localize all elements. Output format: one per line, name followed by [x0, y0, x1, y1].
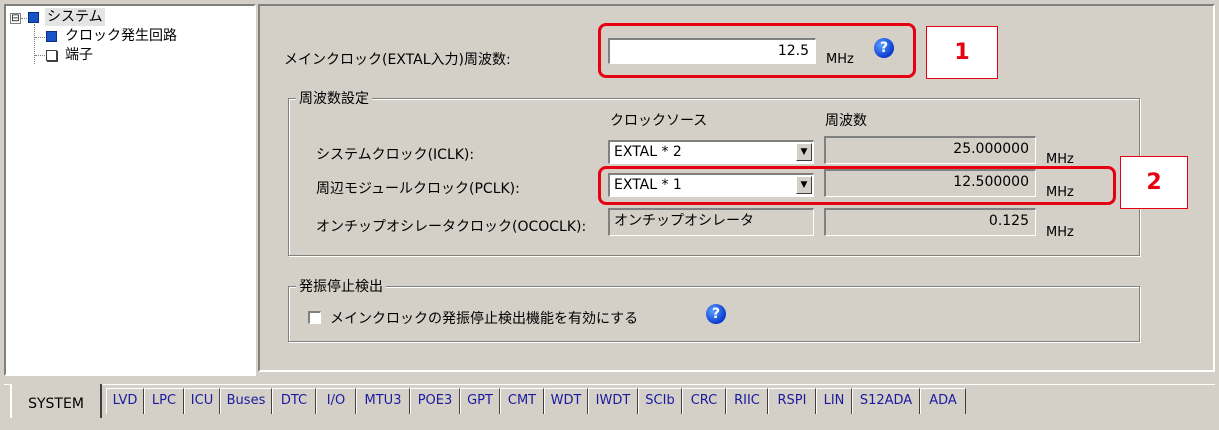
tab-system[interactable]: SYSTEM — [10, 384, 102, 418]
pclk-freq-field: 12.500000 — [824, 169, 1036, 197]
iclk-unit: MHz — [1046, 152, 1074, 167]
tab-lin[interactable]: LIN — [816, 388, 852, 414]
ococlk-unit: MHz — [1046, 225, 1074, 240]
tab-io[interactable]: I/O — [316, 388, 356, 414]
tab-cmt[interactable]: CMT — [500, 388, 544, 414]
tab-ada[interactable]: ADA — [920, 388, 966, 414]
blue-square-icon — [46, 30, 57, 42]
help-icon[interactable]: ? — [706, 304, 726, 324]
tab-lvd[interactable]: LVD — [106, 388, 144, 414]
tab-buses[interactable]: Buses — [220, 388, 272, 414]
tab-mtu3[interactable]: MTU3 — [356, 388, 410, 414]
pclk-source-select[interactable]: EXTAL * 1 ▼ — [608, 173, 814, 197]
tab-iwdt[interactable]: IWDT — [588, 388, 638, 414]
tab-riic[interactable]: RIIC — [726, 388, 768, 414]
tree-node-clock[interactable]: クロック発生回路 — [46, 27, 179, 45]
tab-crc[interactable]: CRC — [682, 388, 726, 414]
iclk-source-value: EXTAL * 2 — [614, 144, 682, 160]
white-square-icon — [46, 49, 57, 61]
osc-stop-checkbox-label[interactable]: メインクロックの発振停止検出機能を有効にする — [330, 308, 638, 328]
tab-lpc[interactable]: LPC — [144, 388, 184, 414]
ococlk-source-field: オンチップオシレータ — [608, 208, 814, 236]
iclk-freq-field: 25.000000 — [824, 136, 1036, 164]
tree-view[interactable]: ⊟ システム クロック発生回路 端子 — [4, 4, 256, 376]
chevron-down-icon[interactable]: ▼ — [796, 176, 812, 194]
collapse-icon[interactable]: ⊟ — [10, 13, 21, 24]
tab-dtc[interactable]: DTC — [272, 388, 316, 414]
osc-stop-checkbox[interactable] — [308, 311, 321, 324]
main-clock-unit: MHz — [826, 52, 854, 67]
col-header-source: クロックソース — [610, 113, 708, 129]
pclk-source-value: EXTAL * 1 — [614, 177, 682, 193]
pclk-unit: MHz — [1046, 185, 1074, 200]
chevron-down-icon[interactable]: ▼ — [796, 143, 812, 161]
tree-node-label: 端子 — [65, 47, 93, 63]
freq-settings-title: 周波数設定 — [296, 88, 372, 108]
tree-node-label: クロック発生回路 — [65, 28, 177, 44]
settings-panel: メインクロック(EXTAL入力)周波数: 12.5 MHz ? 1 周波数設定 … — [258, 4, 1215, 372]
tree-node-pins[interactable]: 端子 — [46, 46, 95, 64]
iclk-label: システムクロック(ICLK): — [316, 147, 475, 163]
ococlk-freq-field: 0.125 — [824, 208, 1036, 236]
tab-s12ada[interactable]: S12ADA — [852, 388, 920, 414]
tree-node-label: システム — [45, 8, 105, 26]
iclk-source-select[interactable]: EXTAL * 2 ▼ — [608, 140, 814, 164]
osc-stop-title: 発振停止検出 — [296, 276, 386, 296]
callout-1: 1 — [926, 26, 998, 79]
tree-node-system[interactable]: システム — [28, 8, 105, 26]
pclk-label: 周辺モジュールクロック(PCLK): — [316, 181, 520, 197]
help-icon[interactable]: ? — [874, 38, 894, 58]
col-header-freq: 周波数 — [825, 113, 867, 129]
main-clock-input[interactable]: 12.5 — [608, 38, 816, 64]
callout-2: 2 — [1120, 156, 1188, 209]
tab-icu[interactable]: ICU — [184, 388, 220, 414]
ococlk-label: オンチップオシレータクロック(OCOCLK): — [316, 219, 587, 235]
tab-bar: SYSTEM LVD LPC ICU Buses DTC I/O MTU3 PO… — [4, 384, 1215, 420]
tab-poe3[interactable]: POE3 — [410, 388, 460, 414]
tab-scib[interactable]: SCIb — [638, 388, 682, 414]
main-clock-label: メインクロック(EXTAL入力)周波数: — [284, 52, 511, 68]
tab-rspi[interactable]: RSPI — [768, 388, 816, 414]
blue-square-icon — [28, 11, 39, 23]
tab-gpt[interactable]: GPT — [460, 388, 500, 414]
tab-wdt[interactable]: WDT — [544, 388, 588, 414]
